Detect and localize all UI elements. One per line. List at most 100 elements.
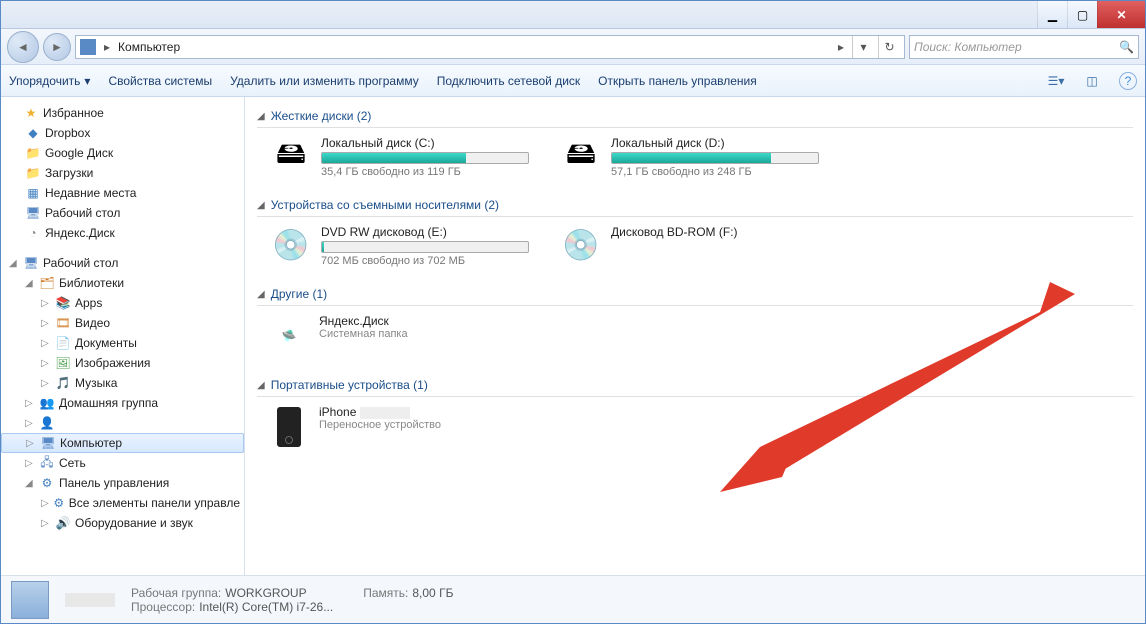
sidebar-item-videos[interactable]: ▷🎞Видео [1, 313, 244, 333]
sidebar-item-pictures[interactable]: ▷🖼Изображения [1, 353, 244, 373]
library-icon: 📚 [55, 295, 71, 311]
status-bar: Рабочая группа:WORKGROUP Процессор:Intel… [1, 575, 1145, 623]
expander-icon: ◢ [257, 111, 265, 122]
navbar: ◄ ► ▸ Компьютер ▸ ▾ ↻ Поиск: Компьютер 🔍 [1, 29, 1145, 65]
body: ★Избранное ◆Dropbox 📁Google Диск 📁Загруз… [1, 97, 1145, 575]
folder-icon: 📁 [25, 165, 41, 181]
address-dropdown[interactable]: ▾ [852, 36, 874, 58]
libraries-icon: 🗂 [39, 275, 55, 291]
folder-icon: 📁 [25, 145, 41, 161]
sidebar-item-dropbox[interactable]: ◆Dropbox [1, 123, 244, 143]
titlebar: ▁ ▢ ✕ [1, 1, 1145, 29]
sidebar-item-recent[interactable]: ▦Недавние места [1, 183, 244, 203]
workgroup-label: Рабочая группа: [131, 586, 221, 600]
chevron-icon: ▸ [834, 40, 848, 54]
section-header[interactable]: ◢Портативные устройства (1) [257, 374, 1133, 397]
redacted-text [65, 593, 115, 607]
expander-icon: ◢ [257, 200, 265, 211]
device-label: Яндекс.Диск [319, 314, 408, 328]
system-properties-button[interactable]: Свойства системы [108, 74, 212, 88]
user-node[interactable]: ▷👤 [1, 413, 244, 433]
sidebar-item-music[interactable]: ▷🎵Музыка [1, 373, 244, 393]
drive-free-text: 57,1 ГБ свободно из 248 ГБ [611, 166, 819, 178]
address-text: Компьютер [118, 40, 830, 54]
uninstall-program-button[interactable]: Удалить или изменить программу [230, 74, 419, 88]
device-iphone[interactable]: iPhone Переносное устройство [257, 405, 517, 449]
forward-button[interactable]: ► [43, 33, 71, 61]
search-input[interactable]: Поиск: Компьютер 🔍 [909, 35, 1139, 59]
cpu-value: Intel(R) Core(TM) i7-26... [199, 600, 333, 614]
hard-drive-icon: 🖴 [559, 136, 603, 176]
network-node[interactable]: ▷🖧Сеть [1, 453, 244, 473]
section-header[interactable]: ◢Другие (1) [257, 283, 1133, 306]
minimize-icon: ▁ [1048, 8, 1057, 22]
minimize-button[interactable]: ▁ [1037, 1, 1067, 28]
drive-free-text: 35,4 ГБ свободно из 119 ГБ [321, 166, 529, 178]
close-button[interactable]: ✕ [1097, 1, 1145, 28]
view-options-button[interactable]: ☰▾ [1047, 72, 1065, 90]
drive-dvd[interactable]: 💿 DVD RW дисковод (E:) 702 МБ свободно и… [269, 225, 529, 267]
sidebar-item-desktop[interactable]: 🖥Рабочий стол [1, 203, 244, 223]
control-panel-button[interactable]: Открыть панель управления [598, 74, 757, 88]
organize-menu[interactable]: Упорядочить▾ [9, 74, 90, 88]
map-drive-button[interactable]: Подключить сетевой диск [437, 74, 580, 88]
back-icon: ◄ [17, 40, 29, 54]
music-icon: 🎵 [55, 375, 71, 391]
desktop-icon: 🖥 [23, 255, 39, 271]
expander-icon: ◢ [25, 278, 35, 289]
section-header[interactable]: ◢Устройства со съемными носителями (2) [257, 194, 1133, 217]
documents-icon: 📄 [55, 335, 71, 351]
toolbar: Упорядочить▾ Свойства системы Удалить ил… [1, 65, 1145, 97]
forward-icon: ► [51, 40, 63, 54]
pictures-icon: 🖼 [55, 355, 71, 371]
expander-icon: ◢ [257, 289, 265, 300]
address-bar[interactable]: ▸ Компьютер ▸ ▾ ↻ [75, 35, 905, 59]
homegroup-node[interactable]: ▷👥Домашняя группа [1, 393, 244, 413]
device-yandex-disk[interactable]: 🛸 Яндекс.Диск Системная папка [257, 314, 517, 358]
dropbox-icon: ◆ [25, 125, 41, 141]
sidebar-item-google-drive[interactable]: 📁Google Диск [1, 143, 244, 163]
libraries-node[interactable]: ◢🗂Библиотеки [1, 273, 244, 293]
memory-value: 8,00 ГБ [412, 586, 453, 600]
refresh-button[interactable]: ↻ [878, 36, 900, 58]
expander-icon: ◢ [9, 258, 19, 269]
close-icon: ✕ [1116, 8, 1126, 22]
maximize-icon: ▢ [1077, 8, 1088, 22]
recent-icon: ▦ [25, 185, 41, 201]
explorer-window: ▁ ▢ ✕ ◄ ► ▸ Компьютер ▸ ▾ ↻ Поиск: Компь… [0, 0, 1146, 624]
computer-icon [80, 39, 96, 55]
preview-pane-button[interactable]: ◫ [1083, 72, 1101, 90]
search-placeholder: Поиск: Компьютер [914, 40, 1022, 54]
bd-drive-icon: 💿 [559, 225, 603, 265]
iphone-icon [269, 405, 309, 449]
desktop-node[interactable]: ◢🖥Рабочий стол [1, 253, 244, 273]
content-pane: ◢Жесткие диски (2) 🖴 Локальный диск (C:)… [245, 97, 1145, 575]
device-label: iPhone [319, 405, 441, 419]
drive-bdrom[interactable]: 💿 Дисковод BD-ROM (F:) [559, 225, 819, 267]
computer-node[interactable]: ▷🖥Компьютер [1, 433, 244, 453]
chevron-down-icon: ▾ [1058, 74, 1064, 88]
capacity-bar [321, 241, 529, 253]
maximize-button[interactable]: ▢ [1067, 1, 1097, 28]
drive-d[interactable]: 🖴 Локальный диск (D:) 57,1 ГБ свободно и… [559, 136, 819, 178]
navigation-tree[interactable]: ★Избранное ◆Dropbox 📁Google Диск 📁Загруз… [1, 97, 245, 575]
disk-icon: ◔ [25, 225, 41, 241]
help-button[interactable]: ? [1119, 72, 1137, 90]
drive-c[interactable]: 🖴 Локальный диск (C:) 35,4 ГБ свободно и… [269, 136, 529, 178]
capacity-bar [321, 152, 529, 164]
favorites-node[interactable]: ★Избранное [1, 103, 244, 123]
drive-label: Локальный диск (C:) [321, 136, 529, 150]
sidebar-item-all-cp[interactable]: ▷⚙Все элементы панели управле [1, 493, 244, 513]
sidebar-item-apps[interactable]: ▷📚Apps [1, 293, 244, 313]
back-button[interactable]: ◄ [7, 31, 39, 63]
control-panel-icon: ⚙ [53, 495, 65, 511]
control-panel-icon: ⚙ [39, 475, 55, 491]
sidebar-item-hardware[interactable]: ▷🔊Оборудование и звук [1, 513, 244, 533]
control-panel-node[interactable]: ◢⚙Панель управления [1, 473, 244, 493]
sidebar-item-yandex-disk[interactable]: ◔Яндекс.Диск [1, 223, 244, 243]
section-removable: ◢Устройства со съемными носителями (2) 💿… [257, 194, 1133, 267]
section-header[interactable]: ◢Жесткие диски (2) [257, 105, 1133, 128]
sidebar-item-documents[interactable]: ▷📄Документы [1, 333, 244, 353]
sidebar-item-downloads[interactable]: 📁Загрузки [1, 163, 244, 183]
device-subtext: Переносное устройство [319, 419, 441, 431]
